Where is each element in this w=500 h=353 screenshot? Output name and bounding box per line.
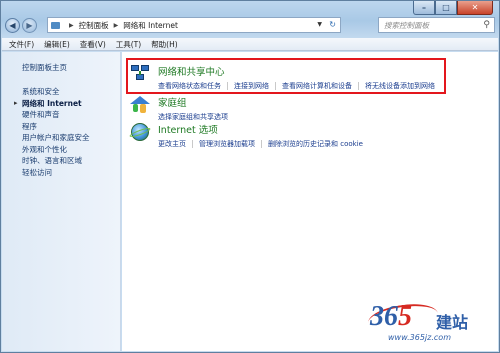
category-network-sharing: 网络和共享中心 查看网络状态和任务 连接到网络 查看网络计算机和设备 将无线设备… <box>130 64 435 91</box>
sidebar-item-hardware-sound[interactable]: 硬件和声音 <box>22 109 120 121</box>
category-links: 选择家庭组和共享选项 <box>158 112 228 122</box>
watermark-name: 建站 <box>436 313 469 332</box>
link-divider <box>227 82 228 90</box>
sidebar-item-user-accounts[interactable]: 用户帐户和家庭安全 <box>22 132 120 144</box>
sidebar-item-ease-of-access[interactable]: 轻松访问 <box>22 167 120 179</box>
forward-arrow-icon: ▶ <box>26 20 33 30</box>
watermark-url: www.365jz.com <box>388 333 451 342</box>
close-button[interactable]: ✕ <box>457 1 493 15</box>
category-homegroup: 家庭组 选择家庭组和共享选项 <box>130 95 228 122</box>
sidebar-item-network-internet[interactable]: 网络和 Internet <box>22 98 120 110</box>
sidebar-item-system-security[interactable]: 系统和安全 <box>22 86 120 98</box>
watermark-digits: 365 <box>370 301 412 332</box>
maximize-button[interactable]: □ <box>435 1 457 15</box>
category-links: 更改主页 管理浏览器加载项 删除浏览的历史记录和 cookie <box>158 139 363 149</box>
link-connect-network[interactable]: 连接到网络 <box>234 81 269 91</box>
homegroup-icon[interactable] <box>130 95 150 115</box>
minimize-button[interactable]: – <box>413 1 435 15</box>
menu-bar: 文件(F) 编辑(E) 查看(V) 工具(T) 帮助(H) <box>2 38 498 51</box>
breadcrumb-separator-icon[interactable]: ▶ <box>114 22 119 29</box>
main-content: 网络和共享中心 查看网络状态和任务 连接到网络 查看网络计算机和设备 将无线设备… <box>122 52 498 351</box>
menu-edit[interactable]: 编辑(E) <box>44 39 70 50</box>
link-homegroup-sharing[interactable]: 选择家庭组和共享选项 <box>158 112 228 122</box>
breadcrumb-network-internet[interactable]: 网络和 Internet <box>123 20 178 31</box>
navigation-row: ◀ ▶ ▶ 控制面板 ▶ 网络和 Internet ▼ ↻ 搜索控制面板 ⚲ <box>5 15 495 35</box>
menu-view[interactable]: 查看(V) <box>80 39 106 50</box>
category-title-homegroup[interactable]: 家庭组 <box>158 95 228 109</box>
watermark-logo: 365 建站 www.365jz.com <box>366 300 488 343</box>
link-manage-addons[interactable]: 管理浏览器加载项 <box>199 139 255 149</box>
link-add-wireless-device[interactable]: 将无线设备添加到网络 <box>365 81 435 91</box>
search-input[interactable]: 搜索控制面板 ⚲ <box>378 17 495 33</box>
menu-help[interactable]: 帮助(H) <box>151 39 178 50</box>
menu-file[interactable]: 文件(F) <box>9 39 34 50</box>
link-divider <box>192 140 193 148</box>
breadcrumb-control-panel[interactable]: 控制面板 <box>79 20 109 31</box>
sidebar-item-programs[interactable]: 程序 <box>22 121 120 133</box>
back-arrow-icon: ◀ <box>9 20 16 30</box>
link-divider <box>261 140 262 148</box>
network-icon[interactable] <box>130 64 150 84</box>
category-internet-options: Internet 选项 更改主页 管理浏览器加载项 删除浏览的历史记录和 coo… <box>128 122 363 149</box>
link-divider <box>275 82 276 90</box>
sidebar-item-clock-language[interactable]: 时钟、语言和区域 <box>22 155 120 167</box>
link-view-network-status[interactable]: 查看网络状态和任务 <box>158 81 221 91</box>
caption-buttons: – □ ✕ <box>413 1 493 15</box>
link-divider <box>358 82 359 90</box>
forward-button[interactable]: ▶ <box>22 17 37 33</box>
address-dropdown-icon[interactable]: ▼ <box>317 21 322 28</box>
menu-tools[interactable]: 工具(T) <box>116 39 141 50</box>
search-icon[interactable]: ⚲ <box>483 20 490 30</box>
address-bar[interactable]: ▶ 控制面板 ▶ 网络和 Internet ▼ ↻ <box>47 17 341 33</box>
category-title-network-sharing[interactable]: 网络和共享中心 <box>158 64 435 78</box>
link-change-homepage[interactable]: 更改主页 <box>158 139 186 149</box>
sidebar-home-link[interactable]: 控制面板主页 <box>22 62 120 73</box>
sidebar-item-appearance[interactable]: 外观和个性化 <box>22 144 120 156</box>
control-panel-window: – □ ✕ ◀ ▶ ▶ 控制面板 ▶ 网络和 Internet ▼ ↻ 搜索控制… <box>0 0 500 353</box>
refresh-icon[interactable]: ↻ <box>329 20 336 29</box>
link-view-network-computers[interactable]: 查看网络计算机和设备 <box>282 81 352 91</box>
sidebar: 控制面板主页 系统和安全 网络和 Internet 硬件和声音 程序 用户帐户和… <box>2 52 121 351</box>
category-links: 查看网络状态和任务 连接到网络 查看网络计算机和设备 将无线设备添加到网络 <box>158 81 435 91</box>
globe-icon[interactable] <box>128 122 152 142</box>
search-placeholder: 搜索控制面板 <box>384 20 429 30</box>
breadcrumb-separator-icon[interactable]: ▶ <box>69 22 74 29</box>
link-delete-history[interactable]: 删除浏览的历史记录和 cookie <box>268 139 363 149</box>
control-panel-icon <box>51 21 60 29</box>
category-title-internet-options[interactable]: Internet 选项 <box>158 122 363 136</box>
back-button[interactable]: ◀ <box>5 17 20 33</box>
